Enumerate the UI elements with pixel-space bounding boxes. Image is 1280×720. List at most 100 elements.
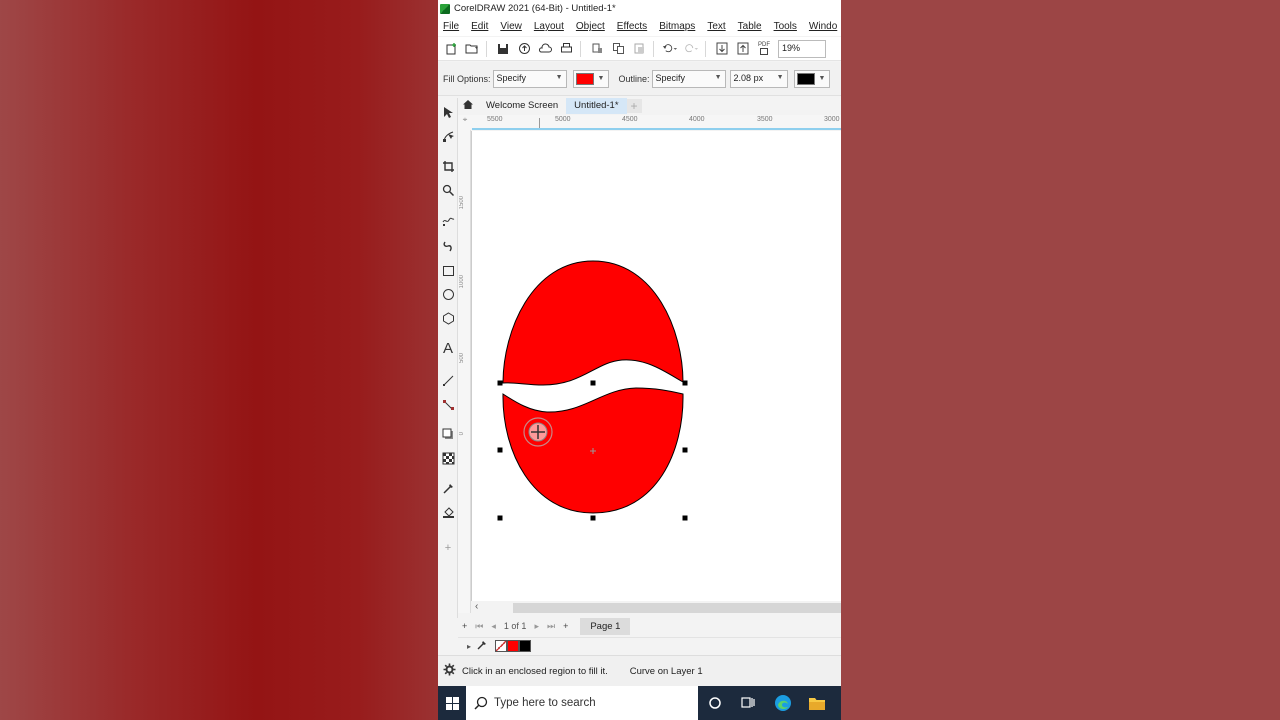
menu-effects[interactable]: Effects: [611, 21, 653, 32]
taskbar-search-box[interactable]: Type here to search: [466, 686, 698, 720]
handle-bottom-left[interactable]: [497, 515, 503, 521]
ruler-tick-label: 1000: [459, 275, 465, 289]
fill-options-dropdown[interactable]: Specify ▼: [492, 69, 567, 88]
add-page-after-icon[interactable]: +: [563, 621, 568, 631]
taskbar-search-placeholder: Type here to search: [494, 697, 596, 709]
outline-width-dropdown[interactable]: 2.08 px ▼: [729, 69, 788, 88]
menu-edit[interactable]: Edit: [465, 21, 494, 32]
copy-icon[interactable]: [610, 41, 626, 57]
menu-layout[interactable]: Layout: [528, 21, 570, 32]
handle-middle-left[interactable]: [497, 447, 503, 453]
import-icon[interactable]: [714, 41, 730, 57]
start-button[interactable]: [438, 686, 466, 720]
handle-bottom-right[interactable]: [682, 515, 688, 521]
ruler-tick-label: 0: [459, 432, 465, 436]
pick-tool-icon[interactable]: [440, 104, 456, 120]
horizontal-scrollbar[interactable]: ‹: [472, 601, 841, 615]
scroll-left-icon[interactable]: ‹: [475, 601, 478, 612]
handle-top-right[interactable]: [682, 380, 688, 386]
print-icon[interactable]: [558, 41, 574, 57]
crop-tool-icon[interactable]: [440, 158, 456, 174]
background-right: [841, 0, 1280, 720]
page-tab[interactable]: Page 1: [580, 617, 631, 635]
connector-tool-icon[interactable]: [440, 396, 456, 412]
horizontal-ruler[interactable]: 5500 5000 4500 4000 3500 3000: [472, 115, 841, 130]
menu-object[interactable]: Object: [570, 21, 611, 32]
menu-tools[interactable]: Tools: [768, 21, 803, 32]
palette-swatch-black[interactable]: [519, 640, 532, 652]
menu-window[interactable]: Windo: [803, 21, 841, 32]
menu-view[interactable]: View: [494, 21, 528, 32]
tab-welcome-screen[interactable]: Welcome Screen: [478, 98, 566, 114]
edge-browser-icon[interactable]: [766, 686, 800, 720]
export-icon[interactable]: [735, 41, 751, 57]
handle-bottom-middle[interactable]: [590, 515, 596, 521]
home-icon[interactable]: [458, 98, 478, 114]
redo-icon[interactable]: [683, 41, 699, 57]
palette-eyedropper-icon[interactable]: [477, 640, 487, 652]
menu-bitmaps[interactable]: Bitmaps: [653, 21, 701, 32]
freehand-tool-icon[interactable]: [440, 212, 456, 228]
drawing-canvas[interactable]: [471, 131, 841, 601]
egg-top-shape[interactable]: [502, 260, 684, 386]
palette-expand-icon[interactable]: ▸: [467, 642, 471, 651]
outline-color-picker[interactable]: ▼: [793, 69, 830, 88]
ruler-mark: [539, 118, 540, 128]
previous-page-icon[interactable]: ◂: [491, 621, 496, 632]
ellipse-tool-icon[interactable]: [440, 286, 456, 302]
save-icon[interactable]: [495, 41, 511, 57]
zoom-tool-icon[interactable]: [440, 182, 456, 198]
ruler-tick-label: 5500: [487, 116, 503, 123]
cut-icon[interactable]: [589, 41, 605, 57]
ruler-tick-label: 4000: [689, 116, 705, 123]
upload-icon[interactable]: [516, 41, 532, 57]
handle-top-middle[interactable]: [590, 380, 596, 386]
artistic-media-tool-icon[interactable]: [440, 238, 456, 254]
rectangle-tool-icon[interactable]: [440, 262, 456, 278]
menu-text[interactable]: Text: [701, 21, 731, 32]
fill-color-picker[interactable]: ▼: [572, 69, 609, 88]
open-icon[interactable]: [464, 41, 480, 57]
last-page-icon[interactable]: ⏭: [547, 621, 555, 632]
undo-icon[interactable]: [662, 41, 678, 57]
file-explorer-icon[interactable]: [800, 686, 834, 720]
no-color-swatch[interactable]: [495, 640, 508, 652]
parallel-dimension-tool-icon[interactable]: [440, 372, 456, 388]
window-title: CorelDRAW 2021 (64-Bit) - Untitled-1*: [454, 3, 616, 14]
vertical-ruler[interactable]: 1500 1000 500 0: [458, 130, 471, 613]
menu-table[interactable]: Table: [732, 21, 768, 32]
task-view-icon[interactable]: [732, 686, 766, 720]
text-tool-icon[interactable]: A: [440, 340, 456, 357]
fill-options-label: Fill Options:: [443, 73, 491, 84]
first-page-icon[interactable]: ⏮: [475, 621, 483, 632]
new-document-icon[interactable]: [443, 41, 459, 57]
pdf-icon[interactable]: PDF: [756, 41, 772, 57]
handle-middle-right[interactable]: [682, 447, 688, 453]
gear-icon[interactable]: [443, 663, 456, 679]
outline-style-dropdown[interactable]: Specify ▼: [651, 69, 726, 88]
page-counter: 1 of 1: [503, 621, 527, 631]
property-bar: Fill Options: Specify ▼ ▼ Outline: Speci…: [438, 62, 841, 96]
handle-top-left[interactable]: [497, 380, 503, 386]
scrollbar-thumb[interactable]: [513, 603, 841, 613]
menu-file[interactable]: File: [438, 21, 465, 32]
tab-untitled-1[interactable]: Untitled-1*: [566, 98, 627, 114]
next-page-icon[interactable]: ▸: [534, 621, 539, 632]
transparency-tool-icon[interactable]: [440, 450, 456, 466]
status-bar: Click in an enclosed region to fill it. …: [438, 655, 841, 686]
zoom-level-input[interactable]: 19%: [778, 39, 826, 58]
eyedropper-tool-icon[interactable]: [440, 480, 456, 496]
shape-tool-icon[interactable]: [440, 128, 456, 144]
cortana-icon[interactable]: [698, 686, 732, 720]
add-tool-icon[interactable]: +: [440, 540, 456, 556]
chevron-down-icon: ▼: [555, 73, 563, 81]
polygon-tool-icon[interactable]: [440, 310, 456, 326]
add-tab-button[interactable]: +: [626, 99, 642, 113]
add-page-before-icon[interactable]: +: [462, 621, 467, 631]
palette-swatch-red[interactable]: [507, 640, 520, 652]
ruler-origin[interactable]: ⌖: [458, 115, 472, 130]
cloud-icon[interactable]: [537, 41, 553, 57]
interactive-fill-tool-icon[interactable]: [440, 504, 456, 520]
drop-shadow-tool-icon[interactable]: [440, 426, 456, 442]
paste-icon[interactable]: [631, 41, 647, 57]
